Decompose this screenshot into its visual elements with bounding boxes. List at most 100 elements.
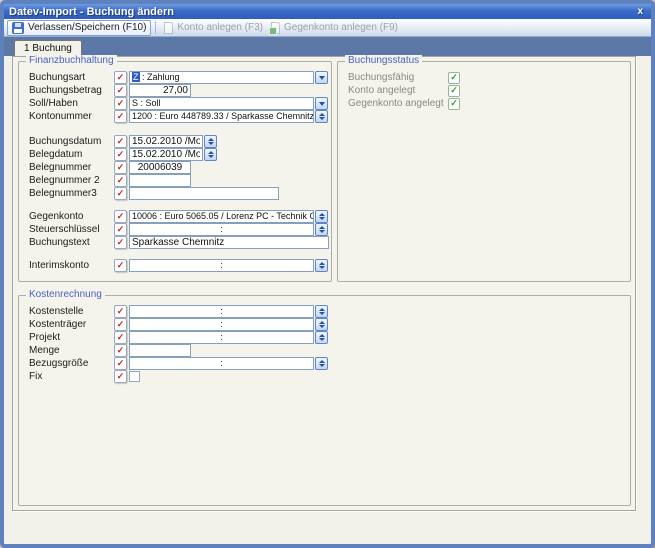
gegenkonto-combobox[interactable]: 10006 : Euro 5065.05 / Lorenz PC - Techn…	[129, 210, 314, 223]
modified-check-icon[interactable]: ✓	[114, 344, 127, 357]
tab-buchung[interactable]: 1 Buchung	[14, 40, 82, 56]
kostenstelle-spinner-button[interactable]	[315, 305, 328, 318]
modified-check-icon[interactable]: ✓	[114, 331, 127, 344]
row-kontonummer: Kontonummer ✓ 1200 : Euro 448789.33 / Sp…	[29, 110, 331, 123]
tab-strip: 1 Buchung	[4, 37, 651, 56]
modified-check-icon[interactable]: ✓	[114, 318, 127, 331]
buchungstext-label: Buchungstext	[29, 237, 114, 248]
row-kostenstelle: Kostenstelle ✓ :	[29, 305, 630, 318]
kostentraeger-combobox[interactable]: :	[129, 318, 314, 331]
modified-check-icon[interactable]: ✓	[114, 187, 127, 200]
dropdown-arrow-button[interactable]	[315, 97, 328, 110]
buchungsdatum-input[interactable]	[129, 135, 203, 148]
modified-check-icon[interactable]: ✓	[114, 135, 127, 148]
projekt-combobox[interactable]: :	[129, 331, 314, 344]
kostenstelle-value: :	[130, 306, 313, 317]
row-buchungsfaehig: Buchungsfähig ✓	[348, 71, 630, 84]
belegnummer2-input[interactable]	[129, 174, 191, 187]
gegenkonto-angelegt-checkbox[interactable]: ✓	[448, 98, 460, 110]
group-finanzbuchhaltung: Finanzbuchhaltung Buchungsart ✓ Z : Zahl…	[18, 61, 332, 282]
kostentraeger-label: Kostenträger	[29, 319, 114, 330]
row-belegnummer: Belegnummer ✓	[29, 161, 331, 174]
menge-input[interactable]	[129, 344, 191, 357]
belegnummer2-label: Belegnummer 2	[29, 175, 114, 186]
kontonummer-combobox[interactable]: 1200 : Euro 448789.33 / Sparkasse Chemni…	[129, 110, 314, 123]
buchungsdatum-spinner-button[interactable]	[204, 135, 217, 148]
create-konto-label: Konto anlegen (F3)	[177, 22, 263, 33]
row-soll-haben: Soll/Haben ✓ S : Soll	[29, 97, 331, 110]
title-bar[interactable]: Datev-Import - Buchung ändern x	[4, 4, 651, 19]
modified-check-icon[interactable]: ✓	[114, 210, 127, 223]
gegenkonto-value: 10006 : Euro 5065.05 / Lorenz PC - Techn…	[130, 211, 313, 222]
modified-check-icon[interactable]: ✓	[114, 71, 127, 84]
group-buchungsstatus: Buchungsstatus Buchungsfähig ✓ Konto ang…	[337, 61, 631, 282]
group-title: Buchungsstatus	[345, 55, 422, 66]
row-bezugsgroesse: Bezugsgröße ✓ :	[29, 357, 630, 370]
belegnummer3-label: Belegnummer3	[29, 188, 114, 199]
gegenkonto-angelegt-label: Gegenkonto angelegt	[348, 98, 448, 109]
kontonummer-spinner-button[interactable]	[315, 110, 328, 123]
projekt-value: :	[130, 332, 313, 343]
modified-check-icon[interactable]: ✓	[114, 370, 127, 383]
belegdatum-spinner-button[interactable]	[204, 148, 217, 161]
modified-check-icon[interactable]: ✓	[114, 110, 127, 123]
belegnummer3-input[interactable]	[129, 187, 279, 200]
projekt-spinner-button[interactable]	[315, 331, 328, 344]
save-exit-button[interactable]: Verlassen/Speichern (F10)	[7, 20, 151, 36]
modified-check-icon[interactable]: ✓	[114, 174, 127, 187]
modified-check-icon[interactable]: ✓	[114, 84, 127, 97]
soll-haben-label: Soll/Haben	[29, 98, 114, 109]
projekt-label: Projekt	[29, 332, 114, 343]
belegdatum-label: Belegdatum	[29, 149, 114, 160]
buchungsfaehig-label: Buchungsfähig	[348, 72, 448, 83]
gegenkonto-spinner-button[interactable]	[315, 210, 328, 223]
row-konto-angelegt: Konto angelegt ✓	[348, 84, 630, 97]
steuerschluessel-combobox[interactable]: :	[129, 223, 314, 236]
row-kostentraeger: Kostenträger ✓ :	[29, 318, 630, 331]
belegdatum-input[interactable]	[129, 148, 203, 161]
kontonummer-label: Kontonummer	[29, 111, 114, 122]
steuerschluessel-spinner-button[interactable]	[315, 223, 328, 236]
modified-check-icon[interactable]: ✓	[114, 161, 127, 174]
create-konto-button[interactable]: Konto anlegen (F3)	[160, 20, 267, 36]
close-button[interactable]: x	[634, 6, 646, 18]
buchungsfaehig-checkbox[interactable]: ✓	[448, 72, 460, 84]
row-projekt: Projekt ✓ :	[29, 331, 630, 344]
create-gegenkonto-button[interactable]: Gegenkonto anlegen (F9)	[267, 20, 402, 36]
konto-angelegt-label: Konto angelegt	[348, 85, 448, 96]
fix-checkbox[interactable]	[129, 371, 140, 382]
row-buchungsbetrag: Buchungsbetrag ✓	[29, 84, 331, 97]
interimskonto-spinner-button[interactable]	[315, 259, 328, 272]
modified-check-icon[interactable]: ✓	[114, 223, 127, 236]
buchungsart-label: Buchungsart	[29, 72, 114, 83]
row-belegnummer3: Belegnummer3 ✓	[29, 187, 331, 200]
buchungsart-combobox[interactable]: Z : Zahlung	[129, 71, 314, 84]
dropdown-arrow-button[interactable]	[315, 71, 328, 84]
bezugsgroesse-combobox[interactable]: :	[129, 357, 314, 370]
kostenstelle-label: Kostenstelle	[29, 306, 114, 317]
row-interimskonto: Interimskonto ✓ :	[29, 259, 331, 272]
kostenstelle-combobox[interactable]: :	[129, 305, 314, 318]
kostentraeger-spinner-button[interactable]	[315, 318, 328, 331]
save-icon	[12, 22, 24, 34]
row-buchungsart: Buchungsart ✓ Z : Zahlung	[29, 71, 331, 84]
modified-check-icon[interactable]: ✓	[114, 357, 127, 370]
steuerschluessel-value: :	[130, 224, 313, 235]
interimskonto-combobox[interactable]: :	[129, 259, 314, 272]
buchungstext-input[interactable]	[129, 236, 329, 249]
modified-check-icon[interactable]: ✓	[114, 259, 127, 272]
belegnummer-input[interactable]	[129, 161, 191, 174]
buchungsbetrag-input[interactable]	[129, 84, 191, 97]
new-page-add-icon	[271, 22, 280, 34]
toolbar-separator	[155, 21, 156, 34]
kostentraeger-value: :	[130, 319, 313, 330]
modified-check-icon[interactable]: ✓	[114, 236, 127, 249]
bezugsgroesse-spinner-button[interactable]	[315, 357, 328, 370]
modified-check-icon[interactable]: ✓	[114, 148, 127, 161]
menge-label: Menge	[29, 345, 114, 356]
modified-check-icon[interactable]: ✓	[114, 305, 127, 318]
konto-angelegt-checkbox[interactable]: ✓	[448, 85, 460, 97]
soll-haben-combobox[interactable]: S : Soll	[129, 97, 314, 110]
row-belegdatum: Belegdatum ✓	[29, 148, 331, 161]
modified-check-icon[interactable]: ✓	[114, 97, 127, 110]
